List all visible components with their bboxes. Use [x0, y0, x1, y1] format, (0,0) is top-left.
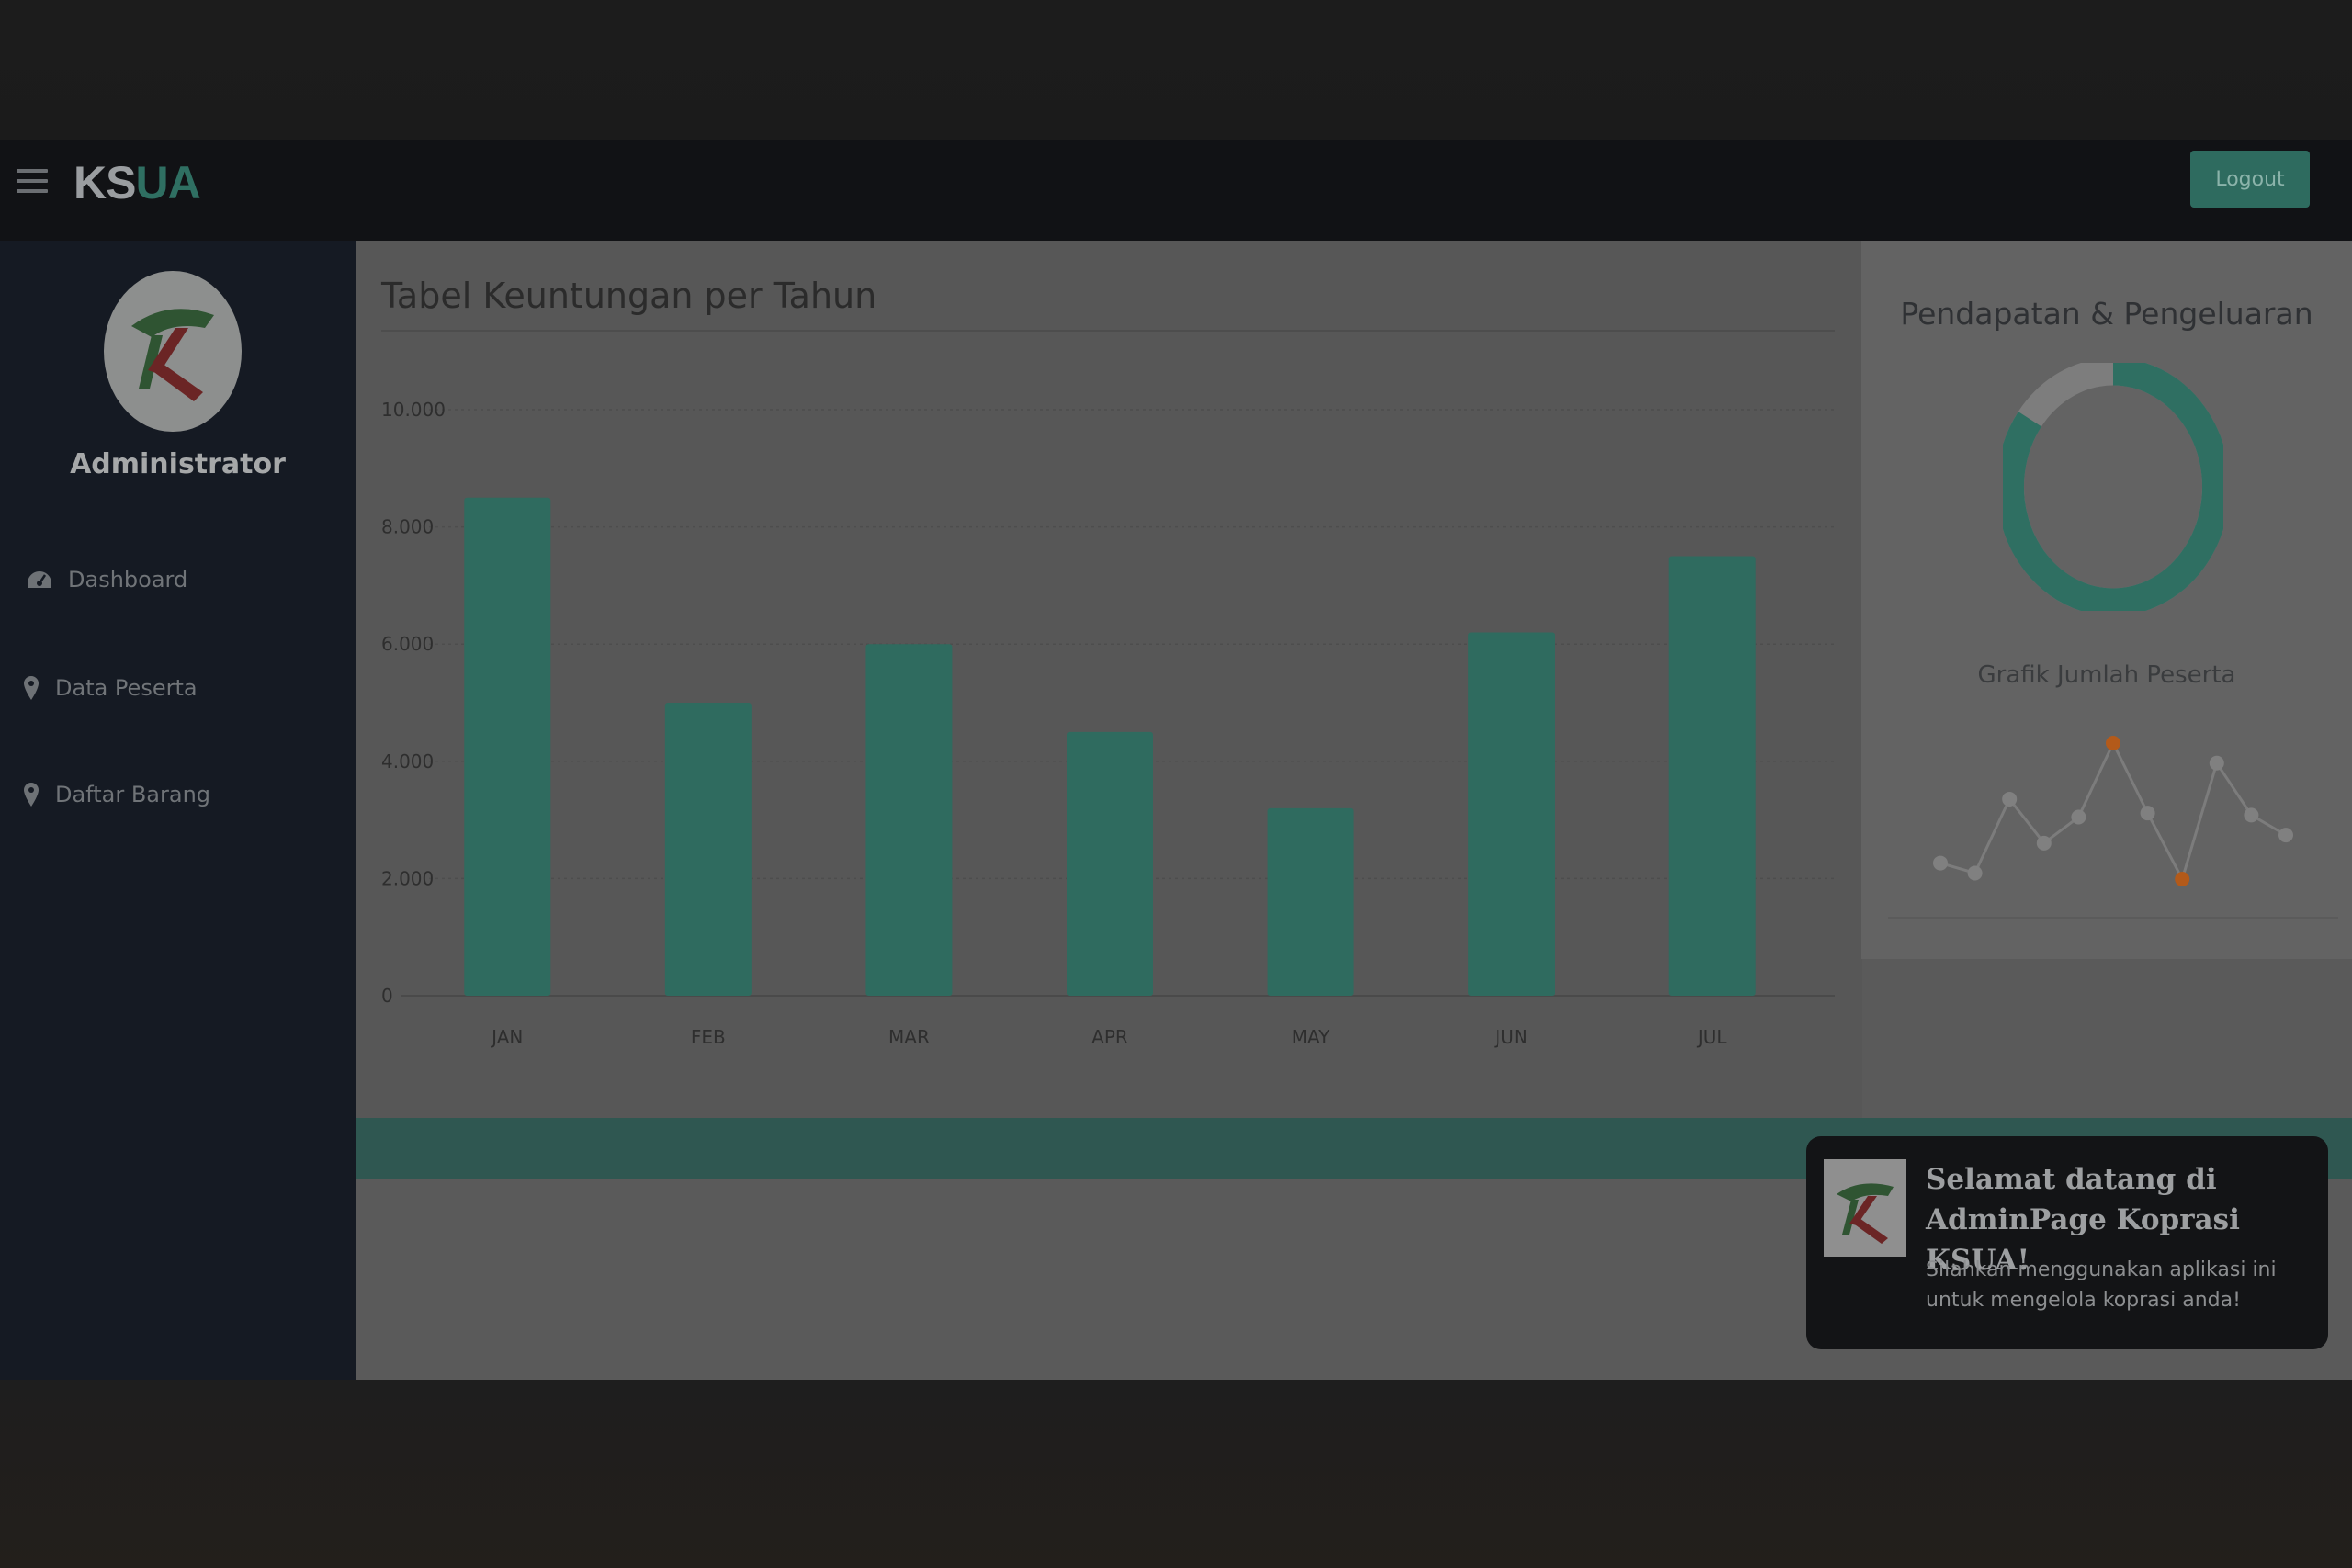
y-tick-label: 8.000	[381, 516, 434, 538]
sidebar-item-data-peserta[interactable]: Data Peserta	[20, 665, 198, 711]
avatar	[104, 271, 242, 432]
dashboard-icon	[24, 564, 55, 595]
brand-text-ua: UA	[135, 157, 200, 209]
x-tick-label: MAR	[888, 1026, 930, 1048]
bar-apr	[1067, 731, 1153, 996]
x-tick-label: FEB	[691, 1026, 726, 1048]
line-point	[2209, 755, 2224, 771]
toast-logo-icon	[1837, 1183, 1894, 1244]
bar-jul	[1668, 556, 1756, 996]
bar-feb	[664, 703, 752, 996]
avatar-logo-icon	[131, 309, 214, 401]
x-tick-label: JAN	[490, 1026, 523, 1048]
profit-bar-chart: 0 2.000 4.000 6.000 8.000 10.000 JAN FEB MAR APR M…	[381, 399, 1835, 1048]
hamburger-menu-icon[interactable]	[17, 165, 48, 197]
participants-line-chart	[1933, 736, 2293, 886]
line-point	[2140, 806, 2155, 821]
line-chart-divider	[1888, 917, 2338, 919]
highlight-point	[2175, 872, 2190, 886]
line-point	[1933, 855, 1948, 871]
sidebar-item-label: Daftar Barang	[55, 782, 211, 807]
x-tick-label: APR	[1091, 1026, 1128, 1048]
brand-logo[interactable]: KSUA	[74, 156, 201, 209]
line-point	[2002, 791, 2018, 807]
brand-text-ks: KS	[74, 157, 136, 209]
toast-logo	[1824, 1159, 1906, 1257]
sidebar-item-label: Data Peserta	[55, 675, 198, 701]
sidebar-item-label: Dashboard	[68, 567, 188, 592]
bar-jun	[1468, 632, 1555, 996]
highlight-point	[2106, 736, 2120, 750]
line-point	[2071, 809, 2086, 825]
bar-mar	[865, 644, 953, 996]
logout-button[interactable]: Logout	[2190, 151, 2310, 208]
card-divider	[381, 330, 1835, 332]
income-expense-donut-chart	[2003, 363, 2223, 611]
y-tick-label: 0	[381, 985, 393, 1007]
profit-card-title: Tabel Keuntungan per Tahun	[381, 276, 877, 316]
y-tick-label: 6.000	[381, 633, 434, 655]
line-point	[2278, 828, 2293, 843]
line-point	[1967, 865, 1983, 881]
bar-jan	[464, 497, 551, 996]
x-tick-label: JUL	[1696, 1026, 1728, 1048]
sidebar-item-dashboard[interactable]: Dashboard	[24, 557, 187, 603]
x-tick-label: JUN	[1493, 1026, 1528, 1048]
toast-body: Silahkan menggunakan aplikasi ini untuk …	[1926, 1258, 2277, 1312]
line-point	[2244, 807, 2259, 823]
map-pin-icon	[20, 672, 42, 704]
user-name: Administrator	[70, 448, 286, 480]
line-chart-title: Grafik Jumlah Peserta	[1977, 661, 2236, 689]
line-point	[2036, 835, 2052, 851]
y-tick-label: 4.000	[381, 750, 434, 773]
sidebar-item-daftar-barang[interactable]: Daftar Barang	[20, 772, 210, 818]
donut-title: Pendapatan & Pengeluaran	[1900, 296, 2313, 332]
sparkline-path	[1939, 739, 2287, 883]
top-navbar	[0, 140, 2352, 241]
y-tick-label: 2.000	[381, 867, 434, 889]
y-tick-label: 10.000	[381, 399, 446, 421]
bar-may	[1267, 807, 1354, 996]
x-tick-label: MAY	[1292, 1026, 1330, 1048]
map-pin-icon	[20, 779, 42, 810]
